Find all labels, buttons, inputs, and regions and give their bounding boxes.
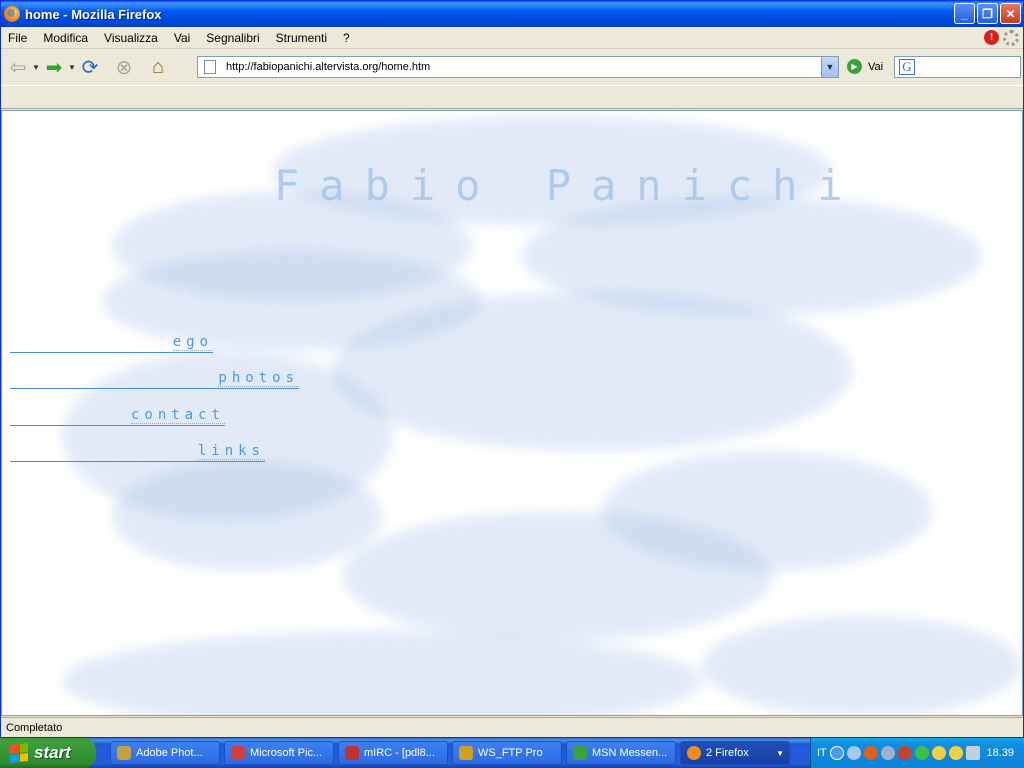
go-icon: ▶ <box>847 59 862 74</box>
update-alert-icon[interactable]: ! <box>984 30 999 45</box>
window-controls: _ ❐ ✕ <box>954 3 1021 24</box>
taskbar-item-firefox[interactable]: 2 Firefox ▼ <box>680 741 790 765</box>
title-bar[interactable]: home - Mozilla Firefox _ ❐ ✕ <box>1 1 1023 27</box>
nav-link-photos-label[interactable]: photos <box>218 370 299 387</box>
mirc-icon <box>345 746 359 760</box>
show-hidden-icons-icon[interactable] <box>829 746 844 760</box>
restore-button[interactable]: ❐ <box>977 3 998 24</box>
background-cloud <box>342 511 772 641</box>
start-button[interactable]: start <box>0 738 96 768</box>
throbber-icon <box>1003 30 1019 46</box>
back-dropdown-icon[interactable]: ▼ <box>31 63 41 72</box>
menu-visualizza[interactable]: Visualizza <box>96 31 166 45</box>
go-label: Vai <box>868 60 884 73</box>
task-label: mIRC - [pdl8... <box>364 747 435 759</box>
nav-link-contact-label[interactable]: contact <box>130 407 225 424</box>
firefox-icon <box>4 6 20 22</box>
nav-link-links-label[interactable]: links <box>197 443 265 460</box>
nav-link-contact[interactable]: contact <box>10 406 225 426</box>
group-dropdown-icon: ▼ <box>776 748 784 758</box>
taskbar-item-picture-manager[interactable]: Microsoft Pic... <box>224 741 334 765</box>
google-icon[interactable]: G <box>899 59 915 75</box>
menu-segnalibri[interactable]: Segnalibri <box>198 31 267 45</box>
url-bar[interactable]: http://fabiopanichi.altervista.org/home.… <box>197 56 839 78</box>
system-tray: IT 18.39 <box>810 738 1024 768</box>
task-label: 2 Firefox <box>706 747 749 759</box>
menu-strumenti[interactable]: Strumenti <box>268 31 335 45</box>
navigation-toolbar: ⇦ ▼ ➡ ▼ ⟳ ⊗ ⌂ http://fabiopanichi.alterv… <box>1 50 1023 84</box>
task-label: WS_FTP Pro <box>478 747 543 759</box>
nav-link-ego[interactable]: ego <box>10 333 213 353</box>
taskbar-item-msn[interactable]: MSN Messen... <box>566 741 676 765</box>
msn-icon <box>573 746 587 760</box>
network-icon[interactable] <box>846 746 861 760</box>
picture-manager-icon <box>231 746 245 760</box>
firefox-tray-icon[interactable] <box>897 746 912 760</box>
reload-icon[interactable]: ⟳ <box>77 54 103 80</box>
page-content: Fabio Panichi ego photos contact links <box>1 110 1023 716</box>
stop-icon[interactable]: ⊗ <box>111 54 137 80</box>
go-button[interactable]: ▶ Vai <box>847 59 883 74</box>
back-icon[interactable]: ⇦ <box>5 54 31 80</box>
minimize-button[interactable]: _ <box>954 3 975 24</box>
menu-file[interactable]: File <box>1 31 35 45</box>
task-label: Adobe Phot... <box>136 747 203 759</box>
forward-dropdown-icon[interactable]: ▼ <box>67 63 77 72</box>
wsftp-icon <box>459 746 473 760</box>
page-icon <box>204 60 216 74</box>
photoshop-icon <box>117 746 131 760</box>
nav-link-ego-label[interactable]: ego <box>172 334 213 351</box>
menu-bar: File Modifica Visualizza Vai Segnalibri … <box>1 27 1023 49</box>
antivirus-icon[interactable] <box>863 746 878 760</box>
home-icon[interactable]: ⌂ <box>145 54 171 80</box>
menu-modifica[interactable]: Modifica <box>35 31 96 45</box>
task-label: Microsoft Pic... <box>250 747 323 759</box>
url-dropdown-icon[interactable]: ▼ <box>821 57 838 77</box>
background-cloud <box>112 461 382 571</box>
taskbar-item-wsftp[interactable]: WS_FTP Pro <box>452 741 562 765</box>
background-cloud <box>702 616 1022 715</box>
status-text: Completato <box>6 722 63 734</box>
smiley-icon[interactable] <box>931 746 946 760</box>
search-input[interactable]: G <box>894 56 1021 78</box>
nav-link-links[interactable]: links <box>10 442 265 462</box>
forward-icon[interactable]: ➡ <box>41 54 67 80</box>
bookmarks-toolbar <box>1 85 1023 109</box>
menu-vai[interactable]: Vai <box>166 31 198 45</box>
messenger-icon[interactable] <box>914 746 929 760</box>
smiley-icon[interactable] <box>948 746 963 760</box>
background-cloud <box>62 631 702 715</box>
language-indicator[interactable]: IT <box>817 747 827 759</box>
nav-link-photos[interactable]: photos <box>10 369 299 389</box>
taskbar-item-mirc[interactable]: mIRC - [pdl8... <box>338 741 448 765</box>
firefox-window: home - Mozilla Firefox _ ❐ ✕ File Modifi… <box>0 0 1024 738</box>
window-title: home - Mozilla Firefox <box>25 6 162 22</box>
task-label: MSN Messen... <box>592 747 668 759</box>
mirc-tray-icon[interactable] <box>880 746 895 760</box>
url-text[interactable]: http://fabiopanichi.altervista.org/home.… <box>226 61 430 73</box>
clock[interactable]: 18.39 <box>986 747 1014 759</box>
menu-help[interactable]: ? <box>335 31 358 45</box>
site-title: Fabio Panichi <box>274 161 863 210</box>
start-label: start <box>34 743 71 762</box>
taskbar-item-photoshop[interactable]: Adobe Phot... <box>110 741 220 765</box>
status-bar: Completato <box>1 717 1023 738</box>
monitor-icon[interactable] <box>965 746 980 760</box>
windows-logo-icon <box>10 743 28 763</box>
close-button[interactable]: ✕ <box>1000 3 1021 24</box>
taskbar: start Adobe Phot... Microsoft Pic... mIR… <box>0 738 1024 768</box>
firefox-icon <box>687 746 701 760</box>
menubar-icons: ! <box>984 30 1019 46</box>
background-cloud <box>332 291 852 451</box>
